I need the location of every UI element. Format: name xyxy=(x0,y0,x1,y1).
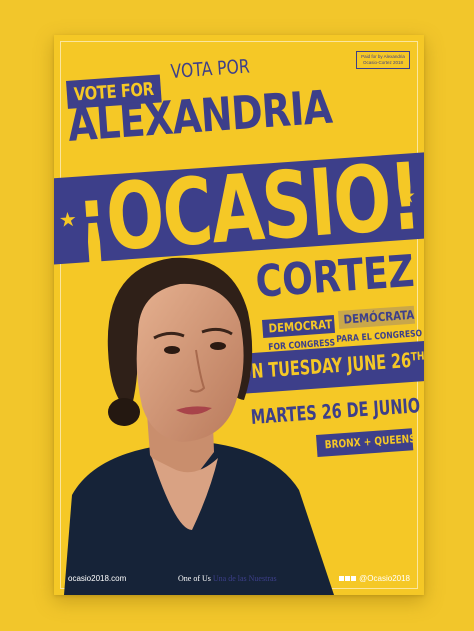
party-es: DEMÓCRATA xyxy=(343,307,415,327)
candidate-portrait xyxy=(64,257,334,595)
slogan-en: One of Us xyxy=(178,574,211,583)
social-media-icons xyxy=(338,574,357,583)
democrata-badge: DEMÓCRATA xyxy=(338,305,416,329)
vota-por-text: VOTA POR xyxy=(170,55,251,83)
social-handle-group: @Ocasio2018 xyxy=(338,574,410,583)
poster-footer: ocasio2018.com One of Us Una de las Nues… xyxy=(54,569,424,583)
star-icon: ★ xyxy=(397,185,417,209)
disclaimer-box: Paid for by Alexandria Ocasio-Cortez 201… xyxy=(356,51,410,69)
social-handle: @Ocasio2018 xyxy=(359,574,410,583)
campaign-poster: VOTE FOR VOTA POR Paid for by Alexandria… xyxy=(54,35,424,595)
boroughs-text: BRONX + QUEENS xyxy=(324,432,417,452)
disclaimer-line-2: Ocasio-Cortez 2018 xyxy=(362,60,404,65)
slogan-es: Una de las Nuestras xyxy=(212,574,277,583)
slogan: One of Us Una de las Nuestras xyxy=(178,574,277,583)
website-url: ocasio2018.com xyxy=(68,574,127,583)
